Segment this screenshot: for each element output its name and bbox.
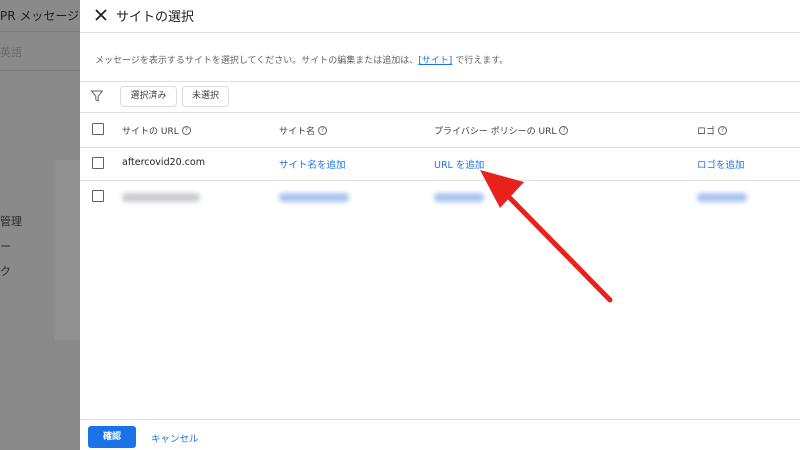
background-sub-label: 英語 xyxy=(0,46,22,59)
column-header-logo: ロゴ ? xyxy=(697,124,728,137)
divider xyxy=(80,147,800,148)
select-all-checkbox[interactable] xyxy=(92,123,104,135)
divider xyxy=(80,419,800,420)
help-icon[interactable]: ? xyxy=(559,126,569,135)
background-item: ー xyxy=(0,240,11,253)
column-header-label: サイトの URL xyxy=(122,127,179,137)
dialog-header: サイトの選択 xyxy=(80,0,800,33)
background-header: PR メッセージ xyxy=(0,0,80,32)
filter-chip-selected[interactable]: 選択済み xyxy=(120,86,177,107)
cancel-button[interactable]: キャンセル xyxy=(151,431,199,445)
filter-icon[interactable] xyxy=(90,89,104,103)
filter-chip-unselected[interactable]: 未選択 xyxy=(182,86,229,107)
dialog-title: サイトの選択 xyxy=(116,10,195,25)
redacted-row-content xyxy=(122,193,747,202)
background-item: 管理 xyxy=(0,215,22,228)
column-header-label: プライバシー ポリシーの URL xyxy=(434,127,557,137)
background-item: ク xyxy=(0,265,11,278)
divider xyxy=(80,112,800,113)
row-checkbox[interactable] xyxy=(92,190,104,202)
divider xyxy=(80,81,800,82)
column-header-site-name: サイト名 ? xyxy=(279,124,328,137)
close-icon[interactable] xyxy=(93,7,109,23)
background-header-title: PR メッセージ xyxy=(0,9,80,23)
description-suffix: で行えます。 xyxy=(452,56,509,66)
add-site-name-link[interactable]: サイト名を追加 xyxy=(279,157,346,171)
background-divider xyxy=(0,70,80,71)
confirm-button[interactable]: 確認 xyxy=(88,426,136,448)
divider xyxy=(80,180,800,181)
dialog-description: メッセージを表示するサイトを選択してください。サイトの編集または追加は、[サイト… xyxy=(95,53,508,66)
row-checkbox[interactable] xyxy=(92,157,104,169)
background-card xyxy=(55,160,80,340)
help-icon[interactable]: ? xyxy=(181,126,191,135)
column-header-label: サイト名 xyxy=(279,127,316,137)
column-header-site-url: サイトの URL ? xyxy=(122,124,191,137)
sites-link[interactable]: [サイト] xyxy=(418,56,452,66)
site-url-cell: aftercovid20.com xyxy=(122,157,205,168)
column-header-privacy-url: プライバシー ポリシーの URL ? xyxy=(434,124,569,137)
column-header-label: ロゴ xyxy=(697,127,716,137)
description-text: メッセージを表示するサイトを選択してください。サイトの編集または追加は、 xyxy=(95,56,419,66)
add-logo-link[interactable]: ロゴを追加 xyxy=(697,157,745,171)
help-icon[interactable]: ? xyxy=(318,126,328,135)
site-select-dialog: サイトの選択 メッセージを表示するサイトを選択してください。サイトの編集または追… xyxy=(80,0,800,450)
add-privacy-url-link[interactable]: URL を追加 xyxy=(434,157,484,171)
help-icon[interactable]: ? xyxy=(718,126,728,135)
